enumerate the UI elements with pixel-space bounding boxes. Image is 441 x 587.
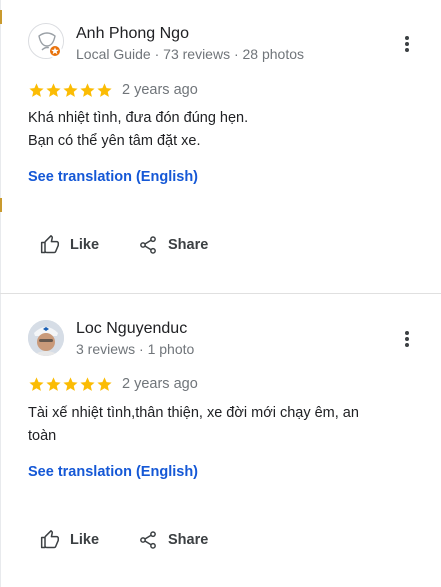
more-options-button[interactable] (395, 327, 419, 351)
reviewer-meta: 3 reviews · 1 photo (76, 341, 195, 357)
star-icon (97, 376, 112, 391)
reviewer-name[interactable]: Loc Nguyenduc (76, 320, 187, 338)
share-button[interactable]: Share (138, 235, 208, 255)
share-button[interactable]: Share (138, 530, 208, 550)
star-rating (28, 375, 113, 393)
see-translation-link[interactable]: See translation (English) (28, 464, 198, 480)
star-icon (29, 82, 44, 97)
more-vert-icon (405, 36, 409, 52)
star-rating (28, 81, 113, 99)
like-label: Like (70, 532, 100, 548)
review-date: 2 years ago (122, 376, 198, 392)
star-icon (80, 82, 95, 97)
avatar[interactable] (28, 320, 64, 356)
review-text-line: Khá nhiệt tình, đưa đón đúng hẹn. (28, 110, 249, 126)
review-text: Khá nhiệt tình, đưa đón đúng hẹn. Bạn có… (28, 107, 413, 153)
see-translation-link[interactable]: See translation (English) (28, 169, 198, 185)
star-icon (46, 376, 61, 391)
review-text-line: Tài xế nhiệt tình,thân thiện, xe đời mới… (28, 405, 359, 421)
review-text-line: Bạn có thể yên tâm đặt xe. (28, 133, 201, 149)
review-text-line: toàn (28, 428, 57, 444)
like-label: Like (70, 237, 100, 253)
profile-photo-icon (28, 320, 64, 356)
review-date: 2 years ago (122, 82, 198, 98)
thumb-up-icon (40, 235, 60, 254)
star-icon (97, 82, 112, 97)
reviewer-meta: Local Guide · 73 reviews · 28 photos (76, 46, 305, 62)
star-icon (29, 376, 44, 391)
star-icon (80, 376, 95, 391)
star-icon (63, 82, 78, 97)
thumb-up-icon (40, 530, 60, 549)
reviewer-name[interactable]: Anh Phong Ngo (76, 25, 189, 43)
star-icon (63, 376, 78, 391)
like-button[interactable]: Like (40, 235, 99, 255)
like-button[interactable]: Like (40, 530, 99, 550)
review-text: Tài xế nhiệt tình,thân thiện, xe đời mới… (28, 402, 413, 448)
share-icon (140, 236, 156, 254)
share-label: Share (168, 532, 209, 548)
review-divider (0, 293, 441, 294)
left-edge-marker (0, 198, 2, 212)
share-icon (140, 531, 156, 549)
star-icon (46, 82, 61, 97)
left-edge-marker (0, 10, 2, 24)
more-vert-icon (405, 331, 409, 347)
local-guide-badge-icon (48, 44, 62, 58)
more-options-button[interactable] (395, 32, 419, 56)
share-label: Share (168, 237, 209, 253)
